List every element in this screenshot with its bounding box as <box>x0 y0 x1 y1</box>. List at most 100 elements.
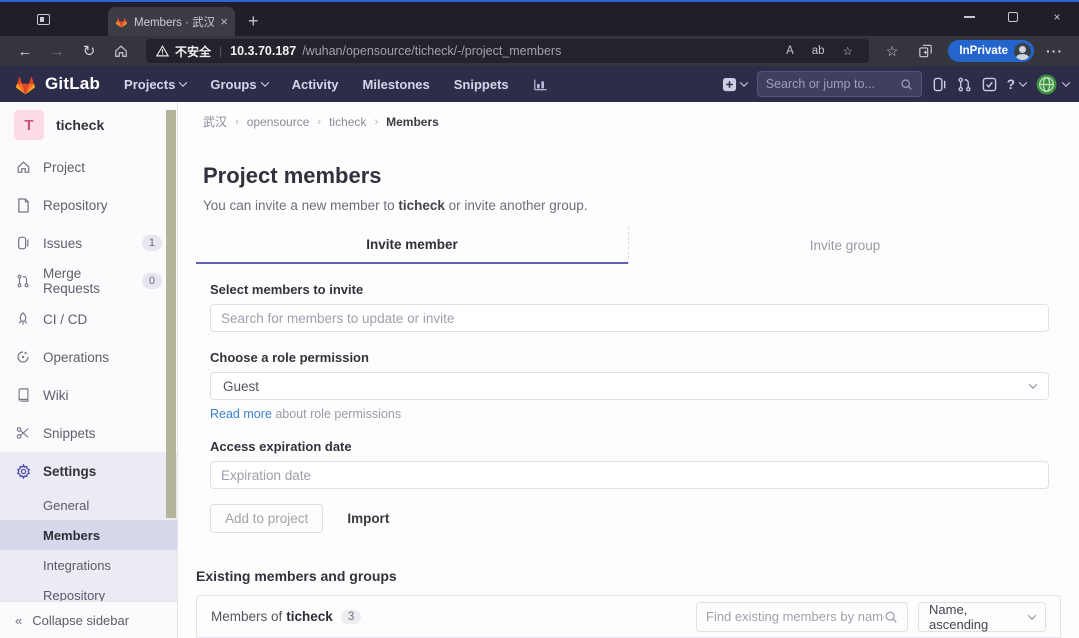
sidebar-item-repository[interactable]: Repository <box>0 186 177 224</box>
global-search-box[interactable] <box>757 71 922 97</box>
issues-count-badge: 1 <box>142 235 162 251</box>
expiration-date-input[interactable] <box>210 461 1049 489</box>
chevron-down-icon <box>1062 78 1070 86</box>
breadcrumb: 武汉 › opensource › ticheck › Members <box>196 113 1061 130</box>
global-search-input[interactable] <box>766 77 894 91</box>
sidebar-subitem-general[interactable]: General <box>0 490 177 520</box>
sidebar-subitem-members[interactable]: Members <box>0 520 177 550</box>
gitlab-logo[interactable]: GitLab <box>14 74 100 95</box>
collections-icon[interactable] <box>909 44 942 58</box>
gear-icon <box>15 464 31 479</box>
inprivate-badge[interactable]: InPrivate <box>948 40 1034 62</box>
breadcrumb-project[interactable]: ticheck <box>329 115 366 129</box>
chevron-down-icon <box>179 78 187 86</box>
role-select-value: Guest <box>223 379 259 394</box>
gitlab-navbar: GitLab Projects Groups Activity Mileston… <box>0 66 1079 102</box>
add-to-project-button[interactable]: Add to project <box>210 504 323 533</box>
find-members-input[interactable] <box>706 609 884 624</box>
browser-menu-icon[interactable]: ··· <box>1040 43 1069 59</box>
sidebar-settings-section: Settings General Members Integrations Re… <box>0 452 177 601</box>
tab-actions-menu-button[interactable] <box>31 7 55 31</box>
not-secure-warning-icon[interactable] <box>156 45 169 57</box>
role-select[interactable]: Guest <box>210 372 1049 400</box>
read-more-link[interactable]: Read more <box>210 407 272 421</box>
nav-analytics[interactable] <box>523 72 558 96</box>
gitlab-favicon <box>115 16 128 28</box>
collapse-sidebar-button[interactable]: « Collapse sidebar <box>0 601 177 638</box>
close-button[interactable]: × <box>1035 0 1079 34</box>
sidebar-item-operations[interactable]: Operations <box>0 338 177 376</box>
nav-milestones[interactable]: Milestones <box>353 72 440 97</box>
translate-icon[interactable]: ab <box>806 45 831 57</box>
sidebar-item-settings[interactable]: Settings <box>0 452 177 490</box>
add-favorite-icon[interactable]: ☆ <box>837 44 859 58</box>
members-search-input[interactable] <box>210 304 1049 332</box>
user-menu-button[interactable] <box>1036 74 1069 95</box>
sidebar-subitem-repository[interactable]: Repository <box>0 580 177 601</box>
invite-tabs: Invite member Invite group <box>196 227 1061 264</box>
maximize-button[interactable] <box>991 0 1035 34</box>
sort-value: Name, ascending <box>929 602 1029 632</box>
select-members-label: Select members to invite <box>210 282 1049 297</box>
gitlab-tanuki-icon <box>14 74 37 95</box>
inprivate-label: InPrivate <box>959 45 1008 57</box>
breadcrumb-group[interactable]: 武汉 <box>203 113 227 130</box>
minimize-icon <box>964 16 975 17</box>
minimize-button[interactable] <box>947 0 991 34</box>
sidebar-item-wiki[interactable]: Wiki <box>0 376 177 414</box>
tab-invite-group[interactable]: Invite group <box>628 227 1061 264</box>
sort-dropdown[interactable]: Name, ascending <box>918 602 1046 632</box>
sidebar-item-merge-requests[interactable]: Merge Requests 0 <box>0 262 177 300</box>
nav-snippets[interactable]: Snippets <box>444 72 519 97</box>
tab-close-icon[interactable]: × <box>220 15 228 28</box>
breadcrumb-subgroup[interactable]: opensource <box>247 115 310 129</box>
home-button[interactable] <box>106 39 136 63</box>
address-bar[interactable]: 不安全 | 10.3.70.187 /wuhan/opensource/tich… <box>146 39 869 63</box>
new-menu-button[interactable] <box>722 77 747 92</box>
merge-requests-shortcut-button[interactable] <box>957 77 972 92</box>
sidebar-subitem-integrations[interactable]: Integrations <box>0 550 177 580</box>
back-button[interactable]: ← <box>10 39 40 63</box>
operations-icon <box>15 350 31 364</box>
window-controls: × <box>947 0 1079 34</box>
tab-invite-member[interactable]: Invite member <box>196 227 628 264</box>
project-avatar: T <box>14 110 44 140</box>
find-members-box[interactable] <box>696 602 908 632</box>
todos-shortcut-button[interactable] <box>982 77 997 92</box>
nav-activity[interactable]: Activity <box>282 72 349 97</box>
project-name: ticheck <box>56 117 104 133</box>
gitlab-navbar-right: ? <box>722 71 1069 97</box>
existing-members-heading: Existing members and groups <box>196 568 1061 584</box>
chart-icon <box>533 77 548 91</box>
sidebar-item-ci-cd[interactable]: CI / CD <box>0 300 177 338</box>
sidebar-item-issues[interactable]: Issues 1 <box>0 224 177 262</box>
nav-groups[interactable]: Groups <box>200 72 277 97</box>
nav-projects[interactable]: Projects <box>114 72 196 97</box>
sidebar-project-header[interactable]: T ticheck <box>0 102 177 148</box>
browser-tab[interactable]: Members · 武汉 / opensource / × <box>108 7 235 36</box>
chevron-down-icon <box>260 78 268 86</box>
new-tab-button[interactable]: + <box>248 12 259 30</box>
read-aloud-icon[interactable]: A <box>780 45 800 57</box>
plus-square-icon <box>722 77 737 92</box>
breadcrumb-separator: › <box>374 116 378 128</box>
todo-check-icon <box>982 77 997 92</box>
merge-request-icon <box>15 274 31 288</box>
members-card: Members of ticheck 3 Name, ascending <box>196 595 1061 638</box>
chevron-down-icon <box>740 78 748 86</box>
search-icon <box>884 610 898 624</box>
not-secure-label: 不安全 <box>175 43 211 60</box>
sidebar-scrollbar[interactable] <box>166 110 176 518</box>
chevron-down-icon <box>1028 611 1036 619</box>
sidebar-item-project[interactable]: Project <box>0 148 177 186</box>
invite-member-form: Select members to invite Choose a role p… <box>196 264 1061 533</box>
search-icon <box>900 78 913 91</box>
form-buttons: Add to project Import <box>210 504 1049 533</box>
import-button[interactable]: Import <box>337 505 399 532</box>
refresh-button[interactable]: ↻ <box>74 39 104 63</box>
sidebar-item-snippets[interactable]: Snippets <box>0 414 177 452</box>
maximize-icon <box>1008 12 1018 22</box>
issues-shortcut-button[interactable] <box>932 77 947 92</box>
favorites-icon[interactable]: ☆ <box>877 43 908 60</box>
help-menu-button[interactable]: ? <box>1007 77 1026 92</box>
